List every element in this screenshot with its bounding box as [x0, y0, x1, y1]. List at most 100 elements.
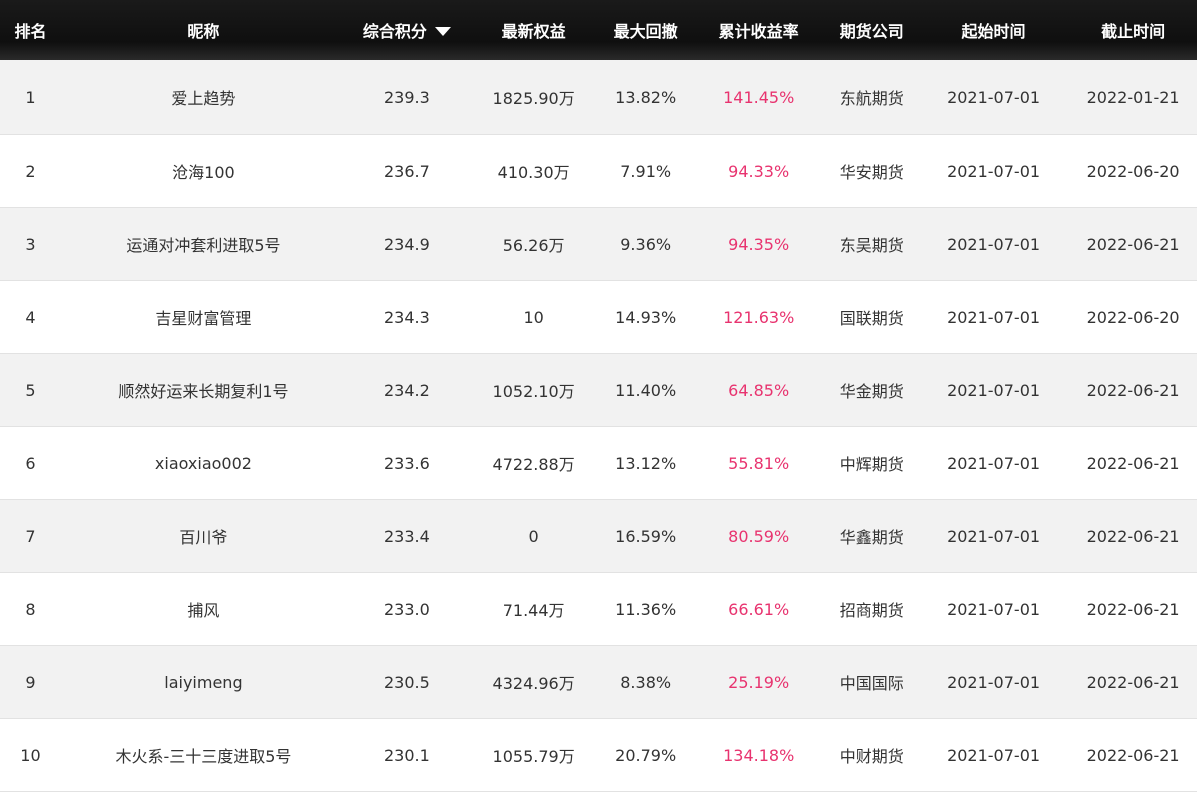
cell-end: 2022-06-21 [1086, 526, 1180, 546]
cell-drawdown: 11.36% [615, 599, 677, 619]
cell-score: 239.3 [383, 87, 430, 107]
cell-equity: 1825.90万 [492, 89, 575, 108]
header-score-label: 综合积分 [362, 22, 427, 41]
cell-name[interactable]: 顺然好运来长期复利1号 [61, 378, 346, 402]
table-row[interactable]: 2 沧海100 236.7 410.30万 7.91% 94.33% 华安期货 … [0, 135, 1197, 208]
cell-name[interactable]: 百川爷 [61, 524, 346, 548]
cell-score: 234.9 [383, 234, 430, 254]
cell-drawdown: 13.12% [615, 453, 677, 473]
table-row[interactable]: 3 运通对冲套利进取5号 234.9 56.26万 9.36% 94.35% 东… [0, 208, 1197, 281]
cell-score: 233.4 [383, 526, 430, 546]
cell-equity: 1052.10万 [492, 382, 575, 401]
table-row[interactable]: 6 xiaoxiao002 233.6 4722.88万 13.12% 55.8… [0, 427, 1197, 500]
cell-firm: 中国国际 [839, 674, 904, 693]
table-row[interactable]: 10 木火系-三十三度进取5号 230.1 1055.79万 20.79% 13… [0, 719, 1197, 792]
cell-drawdown: 16.59% [615, 526, 677, 546]
table-row[interactable]: 5 顺然好运来长期复利1号 234.2 1052.10万 11.40% 64.8… [0, 354, 1197, 427]
header-end[interactable]: 截止时间 [1069, 18, 1197, 42]
cell-score: 233.6 [383, 453, 430, 473]
cell-end: 2022-06-21 [1086, 453, 1180, 473]
cell-firm: 东航期货 [839, 89, 904, 108]
cell-equity: 56.26万 [502, 236, 565, 255]
cell-start: 2021-07-01 [947, 87, 1041, 107]
ranking-table: 排名 昵称 综合积分 最新权益 最大回撤 累计收益率 期货公司 起始时间 截止时… [0, 0, 1197, 792]
cell-return: 134.18% [723, 745, 795, 765]
header-drawdown[interactable]: 最大回撤 [599, 18, 691, 42]
header-rank[interactable]: 排名 [0, 18, 61, 42]
cell-firm: 中辉期货 [839, 455, 904, 474]
header-return[interactable]: 累计收益率 [692, 18, 826, 42]
cell-equity: 1055.79万 [492, 747, 575, 766]
cell-equity: 0 [528, 526, 539, 546]
cell-return: 66.61% [728, 599, 790, 619]
cell-return: 25.19% [728, 672, 790, 692]
header-start[interactable]: 起始时间 [918, 18, 1069, 42]
cell-firm: 华金期货 [839, 382, 904, 401]
cell-firm: 招商期货 [839, 601, 904, 620]
cell-firm: 华鑫期货 [839, 528, 904, 547]
cell-end: 2022-06-21 [1086, 745, 1180, 765]
cell-rank: 9 [25, 672, 36, 692]
cell-name[interactable]: laiyimeng [61, 673, 346, 692]
cell-drawdown: 11.40% [615, 380, 677, 400]
cell-end: 2022-06-21 [1086, 672, 1180, 692]
table-row[interactable]: 7 百川爷 233.4 0 16.59% 80.59% 华鑫期货 2021-07… [0, 500, 1197, 573]
cell-start: 2021-07-01 [947, 599, 1041, 619]
cell-return: 55.81% [728, 453, 790, 473]
cell-drawdown: 8.38% [620, 672, 672, 692]
cell-name[interactable]: 运通对冲套利进取5号 [61, 232, 346, 256]
cell-return: 94.35% [728, 234, 790, 254]
cell-drawdown: 13.82% [615, 87, 677, 107]
cell-firm: 华安期货 [839, 163, 904, 182]
cell-return: 80.59% [728, 526, 790, 546]
cell-rank: 4 [25, 307, 36, 327]
cell-score: 234.2 [383, 380, 430, 400]
cell-end: 2022-01-21 [1086, 87, 1180, 107]
header-score-sort[interactable]: 综合积分 [346, 18, 468, 42]
cell-equity: 10 [523, 307, 544, 327]
cell-rank: 8 [25, 599, 36, 619]
table-row[interactable]: 8 捕风 233.0 71.44万 11.36% 66.61% 招商期货 202… [0, 573, 1197, 646]
header-equity[interactable]: 最新权益 [468, 18, 600, 42]
cell-end: 2022-06-21 [1086, 380, 1180, 400]
cell-start: 2021-07-01 [947, 453, 1041, 473]
cell-score: 230.1 [383, 745, 430, 765]
cell-rank: 5 [25, 380, 36, 400]
cell-name[interactable]: 木火系-三十三度进取5号 [61, 743, 346, 767]
cell-drawdown: 7.91% [620, 161, 672, 181]
cell-rank: 6 [25, 453, 36, 473]
cell-drawdown: 14.93% [615, 307, 677, 327]
cell-firm: 中财期货 [839, 747, 904, 766]
cell-name[interactable]: 吉星财富管理 [61, 305, 346, 329]
cell-firm: 东吴期货 [839, 236, 904, 255]
caret-down-icon [434, 27, 451, 36]
cell-score: 233.0 [383, 599, 430, 619]
cell-end: 2022-06-20 [1086, 161, 1180, 181]
cell-rank: 2 [25, 161, 36, 181]
cell-rank: 1 [25, 87, 36, 107]
header-name[interactable]: 昵称 [61, 18, 346, 42]
table-row[interactable]: 4 吉星财富管理 234.3 10 14.93% 121.63% 国联期货 20… [0, 281, 1197, 354]
cell-score: 230.5 [383, 672, 430, 692]
cell-drawdown: 9.36% [620, 234, 672, 254]
cell-name[interactable]: 捕风 [61, 597, 346, 621]
cell-rank: 7 [25, 526, 36, 546]
cell-score: 236.7 [383, 161, 430, 181]
cell-start: 2021-07-01 [947, 380, 1041, 400]
cell-name[interactable]: xiaoxiao002 [61, 454, 346, 473]
cell-start: 2021-07-01 [947, 526, 1041, 546]
table-body: 1 爱上趋势 239.3 1825.90万 13.82% 141.45% 东航期… [0, 60, 1197, 792]
cell-equity: 410.30万 [497, 163, 570, 182]
cell-name[interactable]: 爱上趋势 [61, 85, 346, 109]
cell-name[interactable]: 沧海100 [61, 159, 346, 183]
cell-start: 2021-07-01 [947, 234, 1041, 254]
cell-start: 2021-07-01 [947, 307, 1041, 327]
cell-firm: 国联期货 [839, 309, 904, 328]
table-row[interactable]: 9 laiyimeng 230.5 4324.96万 8.38% 25.19% … [0, 646, 1197, 719]
cell-start: 2021-07-01 [947, 161, 1041, 181]
table-row[interactable]: 1 爱上趋势 239.3 1825.90万 13.82% 141.45% 东航期… [0, 60, 1197, 135]
cell-equity: 4324.96万 [492, 674, 575, 693]
header-firm[interactable]: 期货公司 [826, 18, 918, 42]
cell-start: 2021-07-01 [947, 672, 1041, 692]
cell-equity: 4722.88万 [492, 455, 575, 474]
